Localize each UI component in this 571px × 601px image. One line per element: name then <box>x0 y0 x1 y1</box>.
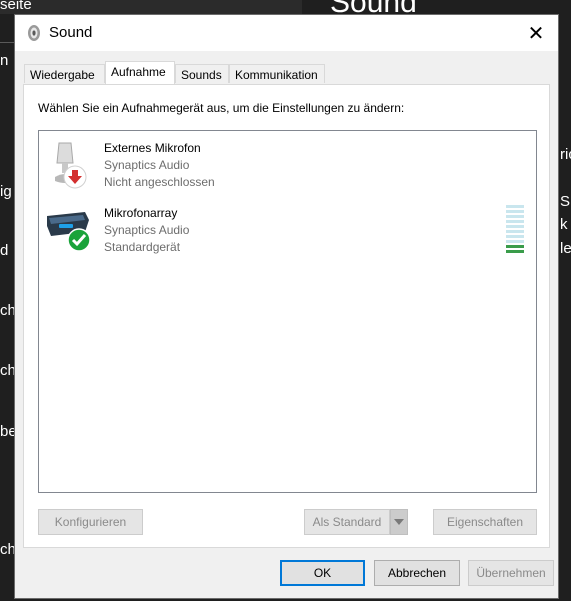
speaker-icon <box>28 25 40 41</box>
sound-dialog: Sound ✕ Wiedergabe Aufnahme Sounds Kommu… <box>14 14 559 599</box>
microphone-array-icon <box>47 212 91 252</box>
recording-tab-panel: Wählen Sie ein Aufnahmegerät aus, um die… <box>23 84 550 548</box>
level-segment <box>506 210 524 213</box>
tab-sounds[interactable]: Sounds <box>175 64 229 83</box>
ok-button[interactable]: OK <box>280 560 365 586</box>
device-driver: Synaptics Audio <box>104 223 190 237</box>
device-name: Mikrofonarray <box>104 206 178 220</box>
dialog-title: Sound <box>49 24 93 41</box>
level-segment <box>506 230 524 233</box>
background-top-strip <box>0 0 302 14</box>
level-segment <box>506 225 524 228</box>
background-fragment: d <box>0 242 9 259</box>
level-segment <box>506 245 524 248</box>
set-default-button[interactable]: Als Standard <box>304 509 390 535</box>
cancel-button[interactable]: Abbrechen <box>374 560 460 586</box>
device-status: Standardgerät <box>104 240 181 254</box>
tab-kommunikation[interactable]: Kommunikation <box>229 64 325 83</box>
set-default-dropdown[interactable] <box>390 509 408 535</box>
input-level-meter <box>506 205 524 255</box>
device-list[interactable]: Externes Mikrofon Synaptics Audio Nicht … <box>38 130 537 493</box>
level-segment <box>506 250 524 253</box>
configure-button[interactable]: Konfigurieren <box>38 509 143 535</box>
device-status: Nicht angeschlossen <box>104 175 215 189</box>
microphone-icon <box>55 142 87 189</box>
apply-button[interactable]: Übernehmen <box>468 560 554 586</box>
background-fragment: n <box>0 52 9 69</box>
device-driver: Synaptics Audio <box>104 158 190 172</box>
level-segment <box>506 240 524 243</box>
instruction-text: Wählen Sie ein Aufnahmegerät aus, um die… <box>38 101 405 115</box>
background-fragment: k <box>560 216 568 233</box>
background-divider <box>0 42 14 43</box>
background-fragment: ig <box>0 183 12 200</box>
background-fragment: ric <box>560 146 571 163</box>
device-name: Externes Mikrofon <box>104 141 201 155</box>
tab-aufnahme[interactable]: Aufnahme <box>105 61 175 84</box>
tab-wiedergabe[interactable]: Wiedergabe <box>24 64 105 83</box>
close-button[interactable]: ✕ <box>514 15 558 51</box>
list-item-mikrofonarray[interactable]: Mikrofonarray Synaptics Audio Standardge… <box>39 206 536 266</box>
close-icon: ✕ <box>527 22 545 45</box>
level-segment <box>506 205 524 208</box>
title-bar[interactable]: Sound ✕ <box>15 15 558 51</box>
level-segment <box>506 215 524 218</box>
list-item-externes-mikrofon[interactable]: Externes Mikrofon Synaptics Audio Nicht … <box>39 141 536 201</box>
properties-button[interactable]: Eigenschaften <box>433 509 537 535</box>
background-fragment: le <box>560 240 571 257</box>
background-top-left-text: seite <box>0 0 32 13</box>
level-segment <box>506 220 524 223</box>
chevron-down-icon <box>394 519 404 525</box>
background-fragment: S <box>560 193 571 210</box>
level-segment <box>506 235 524 238</box>
